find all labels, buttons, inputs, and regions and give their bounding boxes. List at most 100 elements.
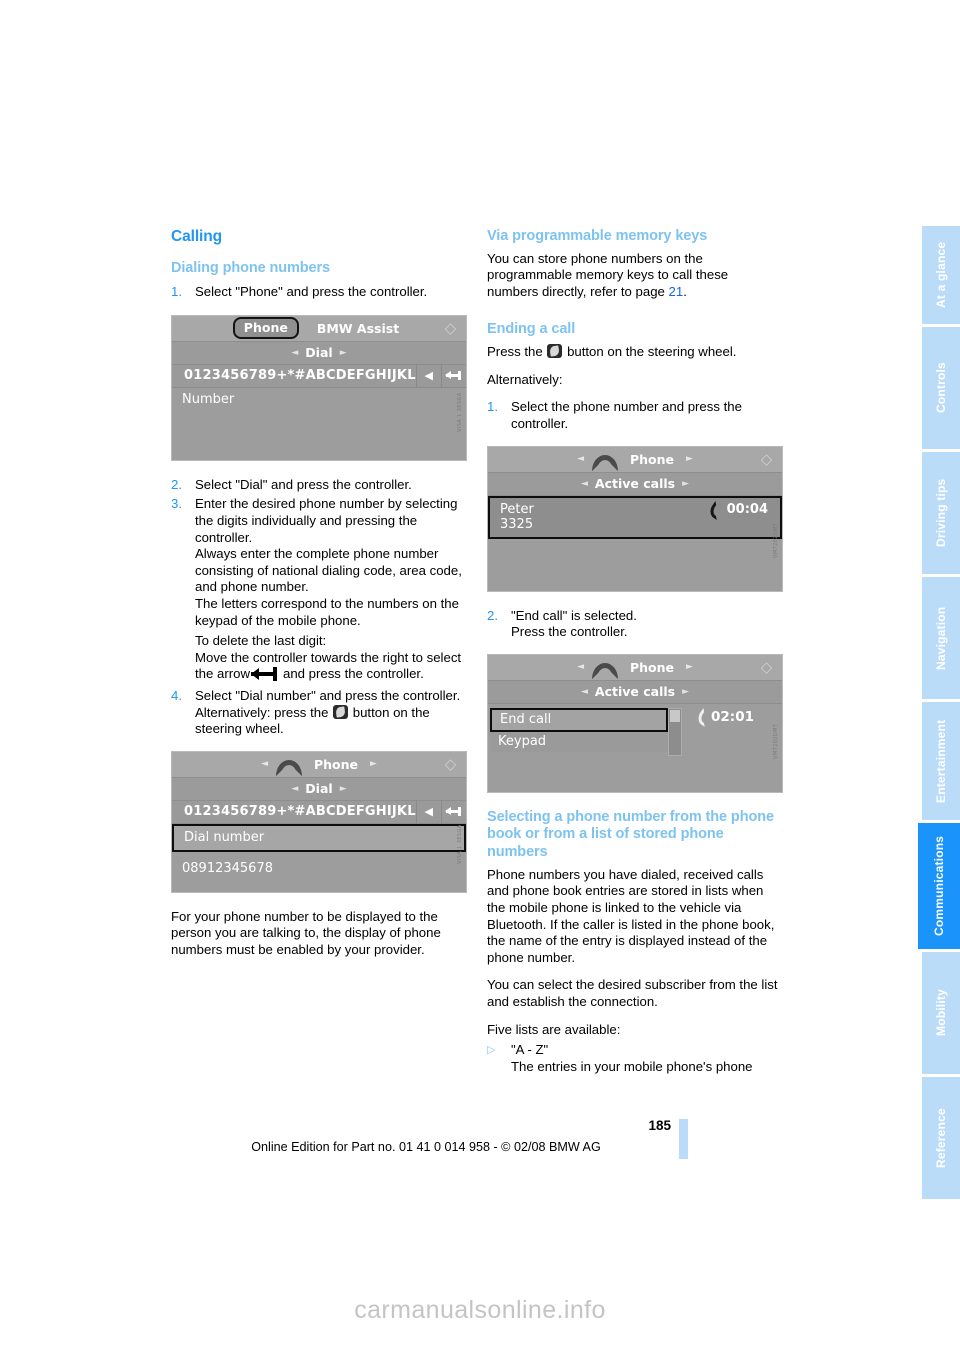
manual-page: Calling Dialing phone numbers 1. Select … bbox=[0, 0, 960, 1358]
idrive-empty-space bbox=[172, 411, 466, 460]
figure-code: VM7202DMT bbox=[773, 723, 779, 759]
sidebar-item-label: Mobility bbox=[934, 989, 948, 1037]
list-text: "End call" is selected. Press the contro… bbox=[511, 608, 783, 641]
idrive-empty-space bbox=[488, 538, 782, 591]
edition-notice: Online Edition for Part no. 01 41 0 014 … bbox=[251, 1140, 601, 1154]
list-item: 4. Select "Dial number" and press the co… bbox=[171, 688, 467, 738]
chevron-right-icon[interactable]: ► bbox=[675, 687, 696, 697]
sidebar-item-driving-tips[interactable]: Driving tips bbox=[922, 452, 960, 574]
idrive-tab-bmw-assist[interactable]: BMW Assist bbox=[311, 321, 405, 336]
idrive-subheader-dial: ◄ Dial ► bbox=[172, 777, 466, 801]
idrive-subheader-active-calls: ◄ Active calls ► bbox=[488, 472, 782, 496]
idrive-content: Peter 3325 00:04 bbox=[488, 495, 782, 591]
sidebar-item-at-a-glance[interactable]: At a glance bbox=[922, 226, 960, 324]
sidebar-item-controls[interactable]: Controls bbox=[922, 327, 960, 449]
subsection-ending-a-call: Ending a call bbox=[487, 321, 576, 338]
handset-icon bbox=[591, 662, 618, 679]
idrive-cursor-left-button[interactable]: ◀ bbox=[415, 800, 441, 824]
idrive-content: End call Keypad 02:01 bbox=[488, 703, 782, 792]
chevron-right-icon[interactable]: ► bbox=[333, 784, 354, 794]
step3-line5: Move the controller towards the right to… bbox=[195, 650, 461, 682]
chevron-right-icon[interactable]: ► bbox=[675, 479, 696, 489]
idrive-menu-item-keypad[interactable]: Keypad bbox=[490, 731, 668, 752]
right-column: Via programmable memory keys You can sto… bbox=[487, 228, 783, 1086]
idrive-menu-item-end-call[interactable]: End call bbox=[490, 707, 668, 732]
chevron-left-icon[interactable]: ◄ bbox=[284, 784, 305, 794]
sidebar-item-reference[interactable]: Reference bbox=[922, 1077, 960, 1199]
sidebar-item-entertainment[interactable]: Entertainment bbox=[922, 702, 960, 820]
step3-line1: Enter the desired phone number by select… bbox=[195, 496, 458, 545]
chevron-left-icon[interactable]: ◄ bbox=[574, 479, 595, 489]
sidebar-item-label: Reference bbox=[934, 1108, 948, 1168]
idrive-row-active-call[interactable]: Peter 3325 00:04 bbox=[488, 495, 782, 539]
idrive-call-menu: End call Keypad 02:01 bbox=[488, 704, 782, 756]
idrive-header: Phone BMW Assist ◇ bbox=[172, 315, 466, 342]
handset-icon bbox=[591, 454, 618, 471]
idrive-subheader-label: Dial bbox=[305, 345, 333, 361]
sidebar-item-mobility[interactable]: Mobility bbox=[922, 952, 960, 1074]
idrive-tab-phone[interactable]: Phone bbox=[232, 317, 299, 340]
list-text: Select "Dial number" and press the contr… bbox=[195, 688, 467, 738]
call-handset-icon bbox=[696, 710, 710, 725]
page-reference-link[interactable]: 21 bbox=[669, 284, 684, 299]
sidebar-item-label: Controls bbox=[934, 362, 948, 414]
memory-keys-period: . bbox=[683, 283, 687, 299]
sidebar-item-label: Entertainment bbox=[934, 719, 948, 803]
chevron-right-icon[interactable]: ► bbox=[364, 759, 383, 769]
list-marker: 4. bbox=[171, 688, 182, 703]
sidebar-item-communications[interactable]: Communications bbox=[918, 823, 960, 949]
idrive-header-title: Phone bbox=[313, 756, 359, 772]
idrive-screenshot-active-call-peter: ◄ Phone ► ◇ ◄ Active calls ► Peter 3325 … bbox=[487, 445, 783, 592]
step3-line5-b: and press the controller. bbox=[282, 666, 424, 682]
press-text-b: button on the steering wheel. bbox=[567, 344, 737, 360]
idrive-content: Number bbox=[172, 387, 466, 460]
idrive-subheader-label: Active calls bbox=[594, 684, 676, 700]
figure-code: VM7202DMT bbox=[773, 522, 779, 558]
idrive-row-dial-number[interactable]: Dial number bbox=[172, 823, 466, 852]
step4-line2-a: Alternatively: press the bbox=[195, 704, 329, 720]
sidebar-item-label: Communications bbox=[932, 835, 946, 937]
list-text: To delete the last digit: Move the contr… bbox=[195, 633, 467, 683]
idrive-screenshot-end-call-menu: ◄ Phone ► ◇ ◄ Active calls ► End call Ke… bbox=[487, 653, 783, 793]
idrive-keypad-strip[interactable]: 0123456789+*#ABCDEFGHIJKL ◀ bbox=[172, 364, 466, 388]
step2-line1: "End call" is selected. bbox=[511, 607, 637, 623]
chevron-left-icon[interactable]: ◄ bbox=[255, 759, 274, 769]
sidebar-item-label: Driving tips bbox=[934, 478, 948, 548]
chevron-left-icon[interactable]: ◄ bbox=[284, 348, 305, 358]
idrive-menu-label: Keypad bbox=[498, 733, 547, 749]
chevron-right-icon[interactable]: ► bbox=[680, 662, 699, 672]
list-text: Select "Phone" and press the controller. bbox=[195, 284, 428, 300]
idrive-scrollbar[interactable] bbox=[668, 707, 682, 756]
watermark: carmanualsonline.info bbox=[354, 1296, 606, 1324]
idrive-keypad-strip[interactable]: 0123456789+*#ABCDEFGHIJKL ◀ bbox=[172, 800, 466, 824]
memory-keys-paragraph: You can store phone numbers on the progr… bbox=[487, 251, 783, 301]
step3-line2: Always enter the complete phone number c… bbox=[195, 546, 462, 595]
subsection-dialing-phone-numbers: Dialing phone numbers bbox=[171, 259, 331, 276]
list-marker: 1. bbox=[487, 399, 498, 415]
ending-call-press-paragraph: Press the button on the steering wheel. bbox=[487, 344, 783, 361]
list-item: 3. Enter the desired phone number by sel… bbox=[171, 496, 467, 629]
idrive-scrollbar-thumb[interactable] bbox=[670, 709, 680, 722]
chevron-left-icon[interactable]: ◄ bbox=[571, 454, 590, 464]
idrive-screenshot-phone-dial-empty: Phone BMW Assist ◇ ◄ Dial ► 0123456789+*… bbox=[171, 314, 467, 461]
idrive-list-row-number[interactable]: Number bbox=[172, 387, 466, 412]
closing-paragraph: For your phone number to be displayed to… bbox=[171, 908, 441, 957]
chevron-right-icon[interactable]: ► bbox=[680, 454, 699, 464]
bullet-title: "A - Z" bbox=[511, 1042, 549, 1058]
chevron-right-icon[interactable]: ► bbox=[333, 348, 354, 358]
handset-icon bbox=[275, 759, 302, 776]
idrive-backspace-button[interactable] bbox=[440, 364, 466, 388]
idrive-content: Dial number 08912345678 bbox=[172, 823, 466, 892]
idrive-keypad-characters[interactable]: 0123456789+*#ABCDEFGHIJKL bbox=[184, 368, 416, 383]
idrive-cursor-left-button[interactable]: ◀ bbox=[415, 364, 441, 388]
idrive-keypad-characters[interactable]: 0123456789+*#ABCDEFGHIJKL bbox=[184, 804, 416, 819]
idrive-backspace-button[interactable] bbox=[440, 800, 466, 824]
side-navigation: At a glance Controls Driving tips Naviga… bbox=[918, 226, 960, 1202]
page-number: 185 bbox=[648, 1118, 671, 1133]
chevron-left-icon[interactable]: ◄ bbox=[571, 662, 590, 672]
idrive-header: ◄ Phone ► ◇ bbox=[488, 654, 782, 681]
subsection-phone-book: Selecting a phone number from the phone … bbox=[487, 808, 774, 861]
list-marker: 2. bbox=[487, 607, 498, 623]
chevron-left-icon[interactable]: ◄ bbox=[574, 687, 595, 697]
sidebar-item-navigation[interactable]: Navigation bbox=[922, 577, 960, 699]
